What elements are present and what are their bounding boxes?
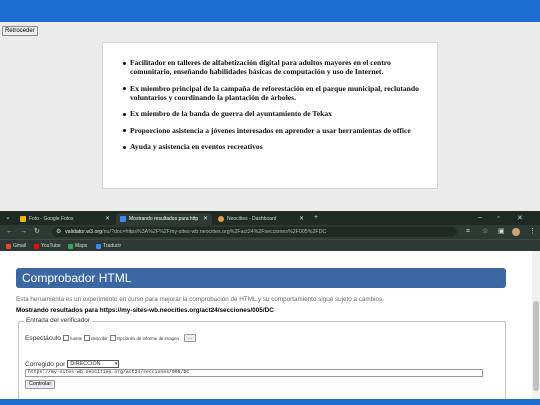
forward-arrow-icon[interactable]: → <box>20 228 27 236</box>
reload-icon[interactable]: ↻ <box>34 228 40 236</box>
scrollbar[interactable] <box>532 251 540 405</box>
page-title: Comprobador HTML <box>16 268 506 288</box>
check-button[interactable]: Controlar <box>25 380 56 389</box>
results-heading: Mostrando resultados para https://my-sit… <box>16 307 274 314</box>
browser-toolbar: ← → ↻ ⚙ validator.w3.org/nu/?doc=https%3A… <box>0 225 540 239</box>
maps-icon <box>68 243 73 249</box>
list-item: Facilitador en talleres de alfabetizació… <box>123 58 423 76</box>
bookmark-gmail[interactable]: Gmail <box>6 243 26 249</box>
validator-page: Comprobador HTML Esta herramienta es un … <box>0 251 532 405</box>
tab-strip: ⌄ Foto - Google Fotos ✕ Mostrando result… <box>0 211 540 225</box>
star-icon[interactable]: ☆ <box>482 228 488 236</box>
source-checkbox[interactable] <box>62 335 69 341</box>
address-bar[interactable]: ⚙ validator.w3.org/nu/?doc=https%3A%2F%2F… <box>52 227 457 237</box>
minimize-icon[interactable]: – <box>478 214 482 221</box>
top-blue-bar <box>0 0 540 22</box>
show-label: Espectáculo <box>25 334 61 342</box>
bookmark-maps[interactable]: Maps <box>68 243 87 249</box>
bottom-blue-bar <box>0 399 540 405</box>
close-icon[interactable]: ✕ <box>299 215 304 222</box>
url-input[interactable]: https://my-sites-wb.neocities.org/act24/… <box>25 369 483 377</box>
side-panel-icon[interactable]: ▣ <box>498 228 505 236</box>
site-settings-icon[interactable]: ⚙ <box>56 227 61 237</box>
close-icon[interactable]: ✕ <box>203 215 208 222</box>
fieldset-legend: Entrada del verificador <box>24 317 92 324</box>
tab-neocities[interactable]: Neocities - Dashboard ✕ <box>214 213 308 225</box>
browser-screenshot: ⌄ Foto - Google Fotos ✕ Mostrando result… <box>0 211 540 405</box>
maximize-icon[interactable]: ▫ <box>497 214 499 221</box>
tab-google-photos[interactable]: Foto - Google Fotos ✕ <box>16 213 114 225</box>
back-arrow-icon[interactable]: ← <box>6 228 13 236</box>
bookmark-youtube[interactable]: YouTube <box>34 243 61 249</box>
list-item: Ayuda y asistencia en eventos recreativo… <box>123 142 423 151</box>
content-card: Facilitador en talleres de alfabetizació… <box>102 42 438 189</box>
options-button[interactable]: ... <box>183 334 196 342</box>
photos-icon <box>20 216 26 222</box>
translate-icon <box>96 243 101 249</box>
validator-icon <box>120 216 126 222</box>
experiment-note: Esta herramienta es un experimento en cu… <box>16 296 384 303</box>
tab-search-icon[interactable]: ⌄ <box>5 214 11 222</box>
checked-by-row: Corregido por DIRECCIÓN <box>25 360 120 368</box>
scroll-thumb[interactable] <box>533 301 539 391</box>
new-tab-icon[interactable]: + <box>314 214 318 222</box>
translate-icon[interactable]: ⌗ <box>466 228 470 236</box>
avatar[interactable] <box>512 228 520 236</box>
youtube-icon <box>34 243 39 249</box>
tab-validator[interactable]: Mostrando resultados para http ✕ <box>116 213 212 225</box>
image-report-checkbox[interactable] <box>109 335 116 341</box>
outline-checkbox[interactable] <box>84 335 91 341</box>
input-type-select[interactable]: DIRECCIÓN <box>67 360 120 368</box>
checked-by-label: Corregido por <box>25 360 66 368</box>
list-item: Proporciono asistencia a jóvenes interes… <box>123 126 423 135</box>
checker-input-fieldset: Entrada del verificador Espectáculo fuen… <box>18 317 506 405</box>
gmail-icon <box>6 243 11 249</box>
back-button[interactable]: Retroceder <box>2 26 38 36</box>
close-icon[interactable]: ✕ <box>105 215 110 222</box>
bookmark-translate[interactable]: Traducir <box>96 243 121 249</box>
neocities-icon <box>218 216 224 222</box>
experience-list: Facilitador en talleres de alfabetizació… <box>103 43 437 151</box>
show-options-row: Espectáculo fuente describir Opciones de… <box>25 334 196 342</box>
list-item: Ex miembro principal de la campaña de re… <box>123 84 423 102</box>
list-item: Ex miembro de la banda de guerra del ayu… <box>123 109 423 118</box>
menu-icon[interactable]: ⋮ <box>529 228 536 236</box>
bookmarks-bar: Gmail YouTube Maps Traducir <box>0 239 540 251</box>
close-window-icon[interactable]: ✕ <box>517 214 523 222</box>
